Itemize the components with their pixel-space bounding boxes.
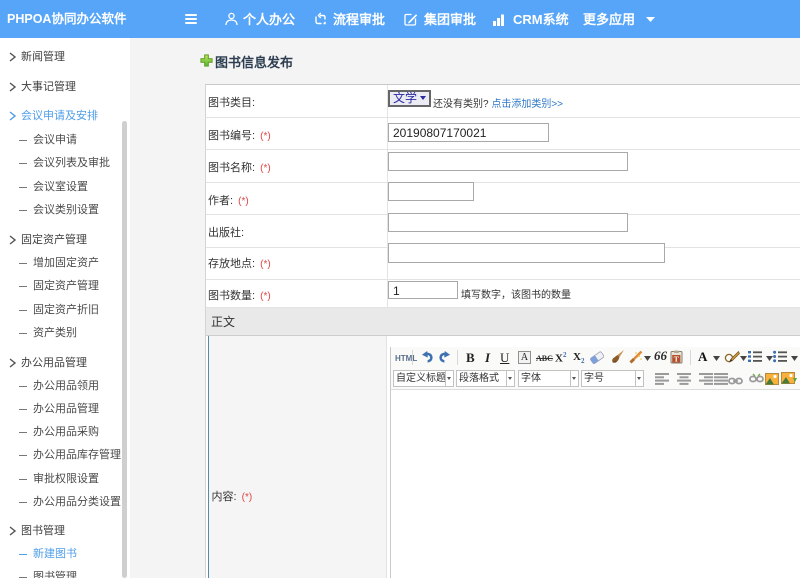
svg-text:T: T xyxy=(674,355,679,364)
